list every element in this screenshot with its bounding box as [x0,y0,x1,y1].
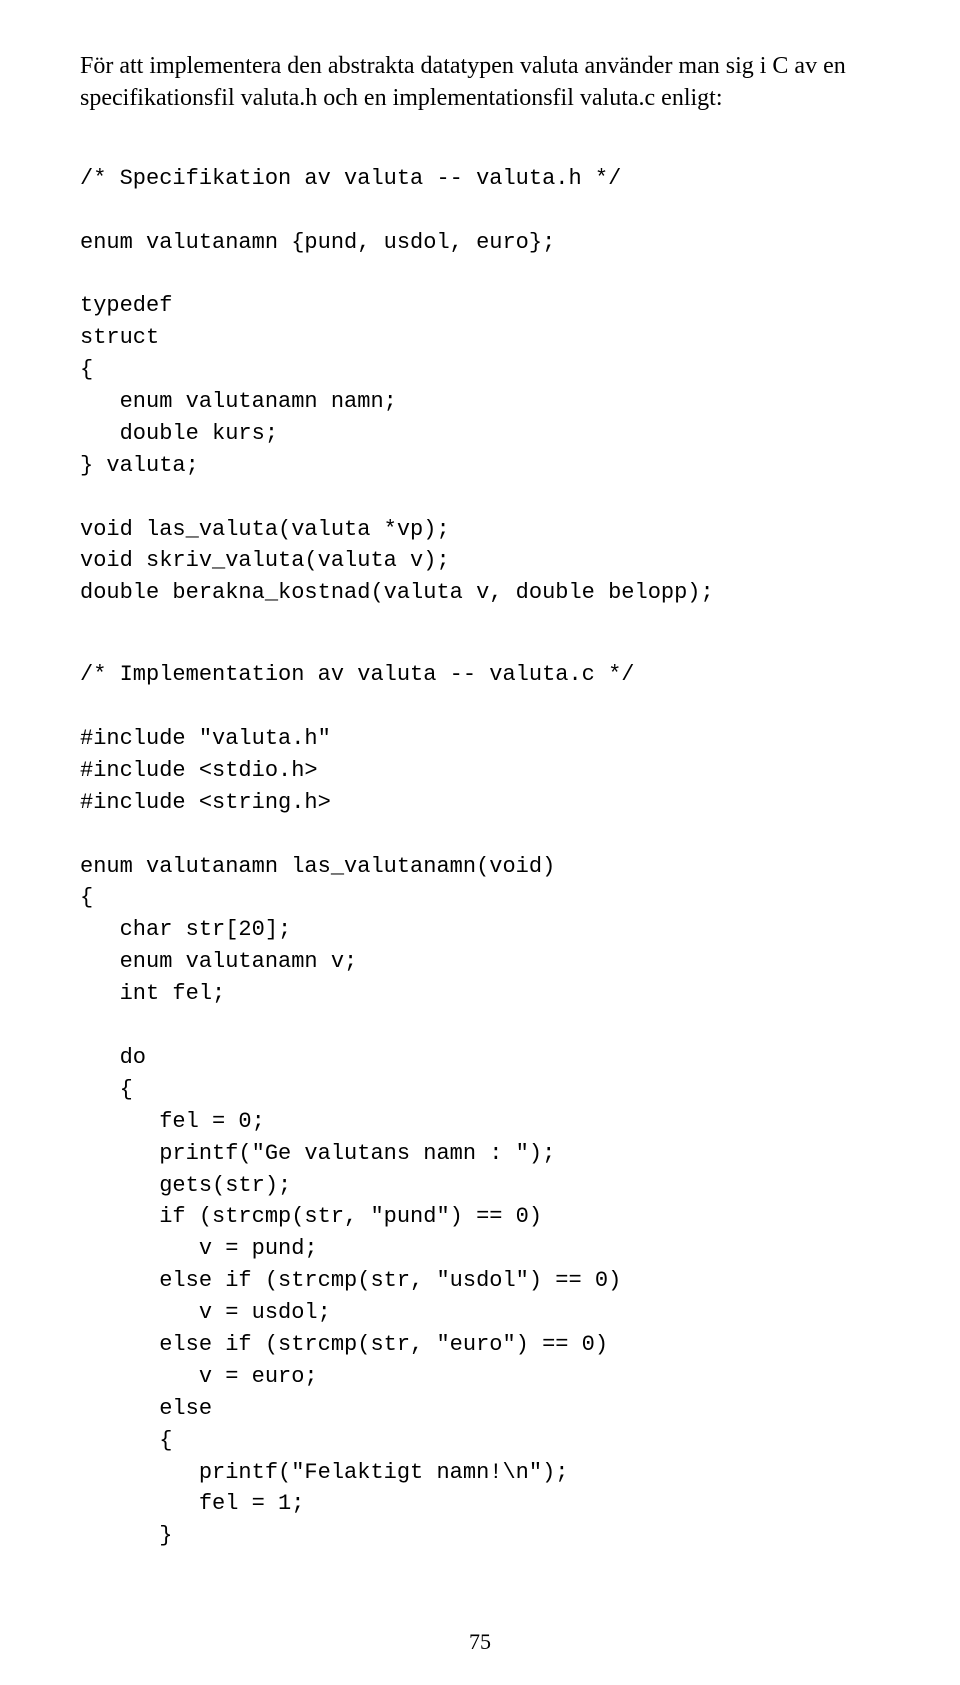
code-block-implementation: /* Implementation av valuta -- valuta.c … [80,659,880,1552]
document-page: För att implementera den abstrakta datat… [0,0,960,1685]
code-block-specification: /* Specifikation av valuta -- valuta.h *… [80,163,880,609]
page-number: 75 [0,1629,960,1655]
intro-paragraph: För att implementera den abstrakta datat… [80,50,880,115]
